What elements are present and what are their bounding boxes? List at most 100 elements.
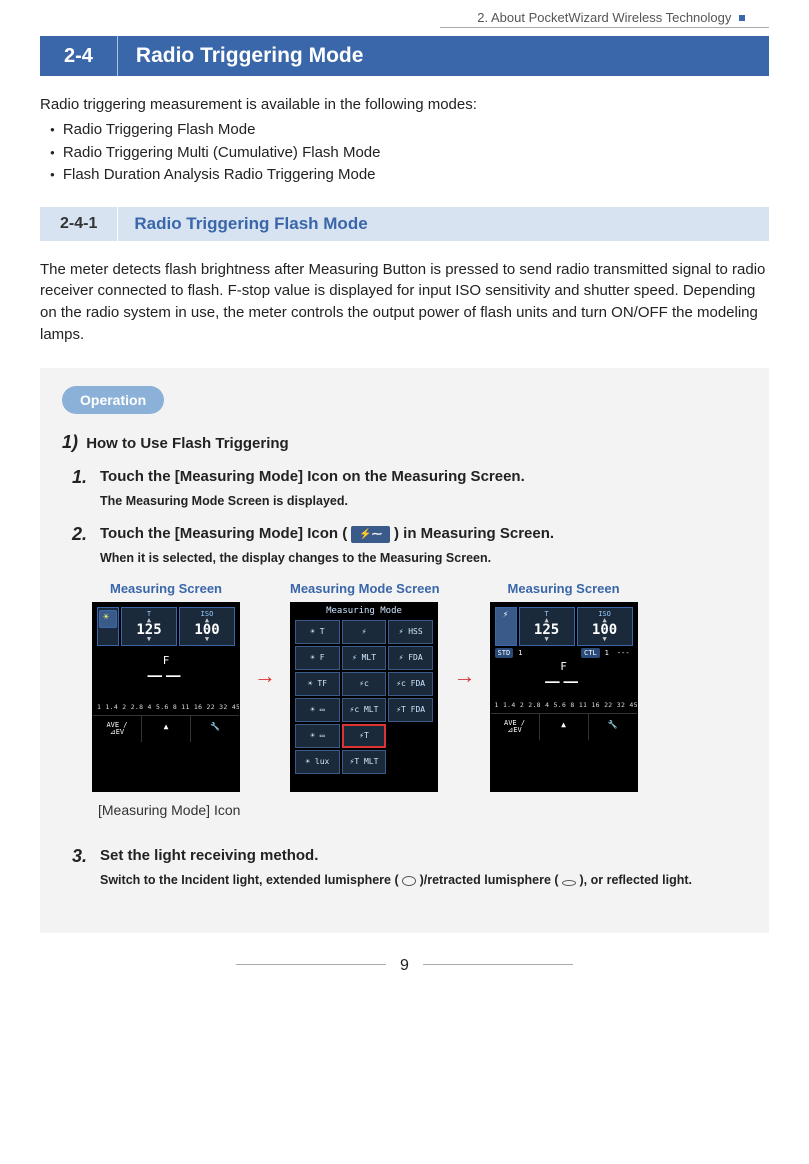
iso-cell: ISO ▲ 100 ▼ [179, 607, 235, 646]
mode-cell: ☀ TF [295, 672, 340, 696]
channel-num: 1 [515, 648, 525, 658]
page-footer: 9 [40, 957, 769, 995]
step-row: 2. Touch the [Measuring Mode] Icon ( ⚡⁓ … [72, 524, 747, 545]
down-arrow-icon: ▼ [578, 637, 632, 643]
step-title-before: Touch the [Measuring Mode] Icon ( [100, 525, 351, 542]
flow-arrow-icon: → [450, 663, 480, 709]
mode-cell: ⚡ [342, 620, 387, 644]
screen-label: Measuring Screen [490, 581, 638, 596]
std-ctl-row: STD 1 CTL 1 --- [491, 648, 637, 660]
mode-cell: ⚡c FDA [388, 672, 433, 696]
subsection-number: 2-4-1 [40, 207, 118, 241]
operation-heading: 1) How to Use Flash Triggering [62, 432, 747, 453]
mode-cell: ⚡T FDA [388, 698, 433, 722]
down-arrow-icon: ▼ [180, 637, 234, 643]
step-row: 1. Touch the [Measuring Mode] Icon on th… [72, 467, 747, 488]
iso-cell: ISO ▲ 100 ▼ [577, 607, 633, 646]
mode-cell: ☀ F [295, 646, 340, 670]
step-sub-after: ), or reflected light. [580, 873, 693, 887]
mode-cell: ⚡T MLT [342, 750, 387, 774]
device-bottom-bar: AVE / ⊿EV ▲ 🔧 [93, 715, 239, 742]
breadcrumb-divider [440, 27, 769, 28]
step-subtext: The Measuring Mode Screen is displayed. [100, 494, 747, 508]
f-value-dashes: –– [93, 661, 239, 703]
step-title: Set the light receiving method. [100, 846, 318, 867]
operation-heading-text: How to Use Flash Triggering [86, 435, 289, 452]
retracted-lumisphere-icon [562, 880, 576, 886]
mode-cell: ⚡c [342, 672, 387, 696]
mode-cell: ⚡ FDA [388, 646, 433, 670]
step-row: 3. Set the light receiving method. [72, 846, 747, 867]
t-cell: T ▲ 125 ▼ [121, 607, 177, 646]
mode-cell: ☀ lux [295, 750, 340, 774]
mode-cell: ☀ ▭ [295, 724, 340, 748]
screens-row: Measuring Screen T ▲ 125 ▼ ISO [92, 581, 747, 792]
step-title: Touch the [Measuring Mode] Icon ( ⚡⁓ ) i… [100, 524, 554, 545]
down-arrow-icon: ▼ [122, 637, 176, 643]
device-bottom-bar: AVE / ⊿EV ▲ 🔧 [491, 713, 637, 740]
screen-column: Measuring Screen ⚡ T ▲ 125 ▼ ISO [490, 581, 638, 792]
intro-text: Radio triggering measurement is availabl… [40, 94, 769, 115]
operation-pill: Operation [62, 386, 164, 414]
f-value-dashes: –– [491, 667, 637, 701]
mode-item: Radio Triggering Flash Mode [50, 119, 769, 142]
step-title-after: ) in Measuring Screen. [394, 525, 554, 542]
description-paragraph: The meter detects flash brightness after… [40, 259, 769, 346]
aperture-scale: 1 1.4 2 2.8 4 5.6 8 11 16 22 32 45 64 90 [491, 701, 637, 709]
flow-arrow-icon: → [250, 663, 280, 709]
t-cell: T ▲ 125 ▼ [519, 607, 575, 646]
ave-ev-button: AVE / ⊿EV [93, 716, 142, 742]
screen-label: Measuring Mode Screen [290, 581, 440, 596]
mode-cell: ⚡ HSS [388, 620, 433, 644]
page-number: 9 [400, 957, 409, 974]
step-subtext: Switch to the Incident light, extended l… [100, 873, 747, 887]
ctl-dashes: --- [614, 648, 633, 658]
ave-ev-button: AVE / ⊿EV [491, 714, 540, 740]
step-number: 2. [72, 524, 94, 545]
extended-lumisphere-icon [402, 876, 416, 886]
step-number: 1. [72, 467, 94, 488]
mode-icon-cell [97, 607, 119, 646]
step-sub-before: Switch to the Incident light, extended l… [100, 873, 402, 887]
breadcrumb: 2. About PocketWizard Wireless Technolog… [40, 10, 769, 25]
mode-icon-caption: [Measuring Mode] Icon [98, 802, 747, 818]
mode-cell: ⚡ MLT [342, 646, 387, 670]
mode-icon-cell: ⚡ [495, 607, 517, 646]
down-arrow-icon: ▼ [520, 637, 574, 643]
mode-cell: ⚡c MLT [342, 698, 387, 722]
section-header-bar: 2-4 Radio Triggering Mode [40, 36, 769, 76]
step-number: 3. [72, 846, 94, 867]
radio-mode-icon: ⚡⁓ [351, 526, 389, 544]
step-title: Touch the [Measuring Mode] Icon on the M… [100, 467, 525, 488]
mode-cell: ☀ T [295, 620, 340, 644]
footer-line-right [423, 964, 573, 965]
device-measuring-screen-result: ⚡ T ▲ 125 ▼ ISO ▲ 100 ▼ [490, 602, 638, 792]
screen-column: Measuring Mode Screen Measuring Mode ☀ T… [290, 581, 440, 792]
memory-button: ▲ [540, 714, 589, 740]
subsection-header-bar: 2-4-1 Radio Triggering Flash Mode [40, 207, 769, 241]
operation-heading-num: 1) [62, 432, 78, 452]
mode-grid: ☀ T ⚡ ⚡ HSS ☀ F ⚡ MLT ⚡ FDA ☀ TF ⚡c ⚡c F… [291, 616, 437, 778]
breadcrumb-text: 2. About PocketWizard Wireless Technolog… [477, 10, 731, 25]
screen-label: Measuring Screen [92, 581, 240, 596]
ctl-badge: CTL [581, 648, 600, 658]
breadcrumb-dot-icon [739, 15, 745, 21]
screen-column: Measuring Screen T ▲ 125 ▼ ISO [92, 581, 240, 792]
mode-item: Flash Duration Analysis Radio Triggering… [50, 164, 769, 187]
aperture-scale: 1 1.4 2 2.8 4 5.6 8 11 16 22 32 45 64 90 [93, 703, 239, 711]
device-mode-screen: Measuring Mode ☀ T ⚡ ⚡ HSS ☀ F ⚡ MLT ⚡ F… [290, 602, 438, 792]
subsection-title: Radio Triggering Flash Mode [118, 207, 383, 241]
footer-line-left [236, 964, 386, 965]
memory-button: ▲ [142, 716, 191, 742]
ctl-num: 1 [602, 648, 612, 658]
mode-item: Radio Triggering Multi (Cumulative) Flas… [50, 142, 769, 165]
tools-button: 🔧 [191, 716, 239, 742]
mode-screen-title: Measuring Mode [291, 603, 437, 616]
mode-cell-selected: ⚡T [342, 724, 387, 748]
mode-list: Radio Triggering Flash Mode Radio Trigge… [40, 119, 769, 187]
device-measuring-screen: T ▲ 125 ▼ ISO ▲ 100 ▼ [92, 602, 240, 792]
tools-button: 🔧 [589, 714, 637, 740]
mode-cell: ☀ ▭ [295, 698, 340, 722]
step-sub-mid: )/retracted lumisphere ( [420, 873, 562, 887]
section-title: Radio Triggering Mode [118, 36, 382, 76]
